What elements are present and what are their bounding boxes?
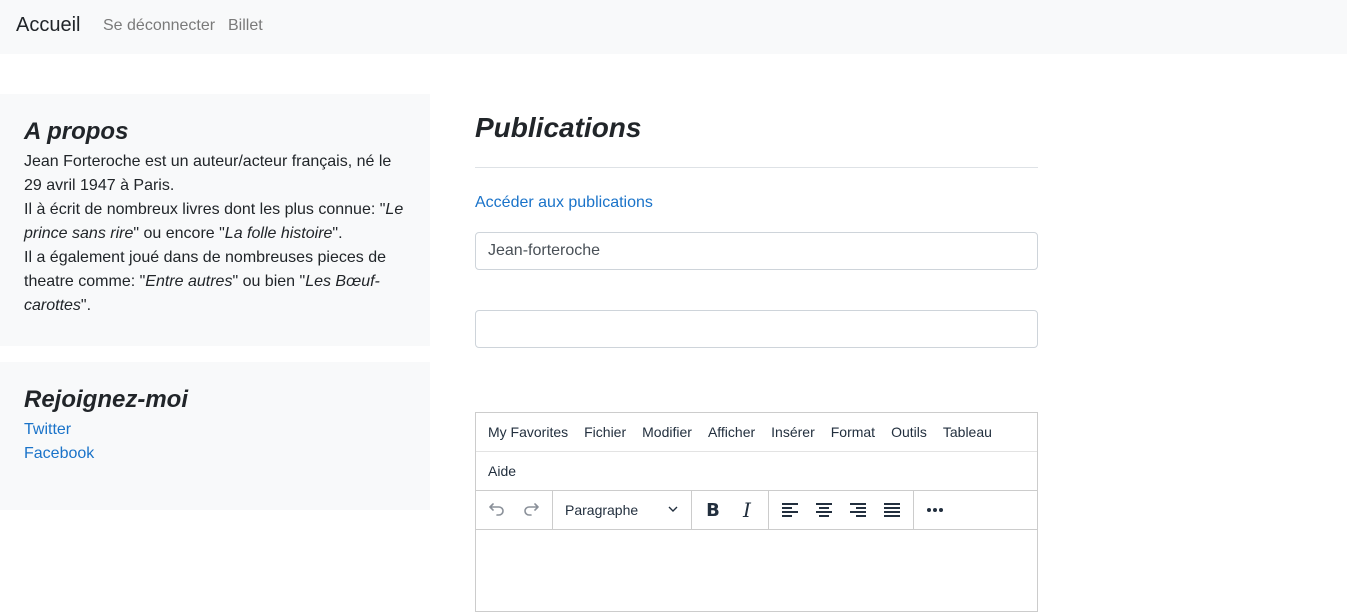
play-title-1: Entre autres — [145, 273, 233, 290]
history-group — [476, 491, 553, 529]
about-line2-prefix: Il à écrit de nombreux livres dont les p… — [24, 201, 386, 218]
author-input[interactable] — [475, 232, 1038, 270]
text-style-group: B I — [692, 491, 769, 529]
menu-help[interactable]: Aide — [480, 463, 524, 479]
facebook-link[interactable]: Facebook — [24, 442, 406, 466]
join-title: Rejoignez-moi — [24, 386, 189, 413]
editor-toolbar: Paragraphe B I — [476, 491, 1037, 530]
block-format-select[interactable]: Paragraphe — [557, 493, 687, 527]
navbar: Accueil Se déconnecter Billet — [0, 0, 1347, 54]
italic-icon[interactable]: I — [730, 493, 764, 527]
align-center-icon[interactable] — [807, 493, 841, 527]
nav-post-link[interactable]: Billet — [228, 17, 263, 35]
editor-menubar-row2: Aide — [476, 452, 1037, 491]
divider — [475, 167, 1038, 168]
about-line2-mid: " ou encore " — [133, 225, 225, 242]
nav-brand-home[interactable]: Accueil — [16, 14, 80, 37]
undo-icon[interactable] — [480, 493, 514, 527]
align-left-icon[interactable] — [773, 493, 807, 527]
align-justify-icon[interactable] — [875, 493, 909, 527]
more-group — [914, 491, 956, 529]
menu-file[interactable]: Fichier — [576, 424, 634, 440]
block-format-value: Paragraphe — [565, 502, 639, 518]
bold-icon[interactable]: B — [696, 493, 730, 527]
main-section: Publications — [475, 110, 1038, 146]
about-panel: A propos Jean Forteroche est un auteur/a… — [0, 94, 430, 346]
twitter-link[interactable]: Twitter — [24, 418, 406, 442]
book-title-2: La folle histoire — [224, 225, 333, 242]
about-line1: Jean Forteroche est un auteur/acteur fra… — [24, 153, 392, 194]
menu-insert[interactable]: Insérer — [763, 424, 823, 440]
about-line3-mid: " ou bien " — [232, 273, 306, 290]
rich-text-editor: My Favorites Fichier Modifier Afficher I… — [475, 412, 1038, 612]
menu-view[interactable]: Afficher — [700, 424, 763, 440]
redo-icon[interactable] — [514, 493, 548, 527]
editor-menubar: My Favorites Fichier Modifier Afficher I… — [476, 413, 1037, 452]
menu-format[interactable]: Format — [823, 424, 883, 440]
nav-logout-link[interactable]: Se déconnecter — [103, 17, 215, 35]
join-panel: Rejoignez-moi Twitter Facebook — [0, 362, 430, 510]
block-format-group: Paragraphe — [553, 491, 692, 529]
more-options-icon[interactable] — [918, 493, 952, 527]
about-line2-suffix: ". — [332, 225, 343, 242]
menu-table[interactable]: Tableau — [935, 424, 1000, 440]
menu-edit[interactable]: Modifier — [634, 424, 700, 440]
page-title: Publications — [475, 112, 642, 143]
chevron-down-icon — [667, 502, 679, 518]
about-title: A propos — [24, 118, 129, 145]
menu-tools[interactable]: Outils — [883, 424, 935, 440]
menu-my-favorites[interactable]: My Favorites — [480, 424, 576, 440]
alignment-group — [769, 491, 914, 529]
title-input[interactable] — [475, 310, 1038, 348]
about-text: Jean Forteroche est un auteur/acteur fra… — [24, 150, 406, 318]
editor-content-area[interactable] — [476, 530, 1037, 610]
about-line3-suffix: ". — [80, 297, 92, 314]
align-right-icon[interactable] — [841, 493, 875, 527]
access-publications-link[interactable]: Accéder aux publications — [475, 194, 653, 212]
